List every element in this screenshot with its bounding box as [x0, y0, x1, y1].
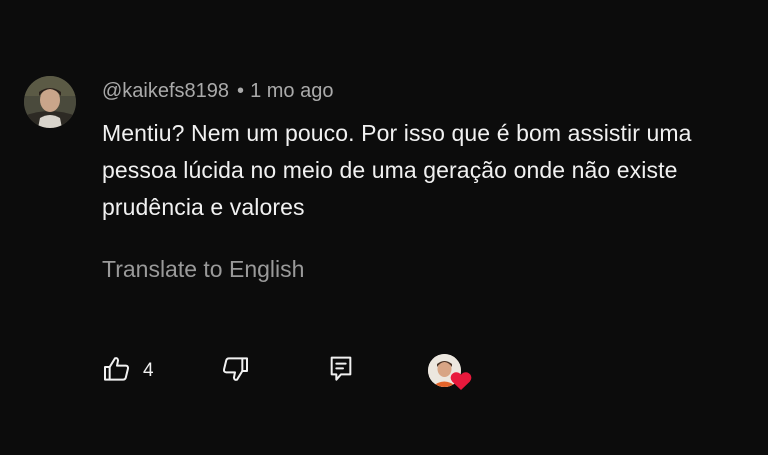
translate-button[interactable]: Translate to English [102, 255, 304, 283]
comment-header: @kaikefs8198 • 1 mo ago [102, 79, 333, 103]
author-handle[interactable]: @kaikefs8198 [102, 80, 229, 102]
comment-thread: @kaikefs8198 • 1 mo ago Mentiu? Nem um pou… [0, 0, 768, 455]
thumbs-down-icon [219, 353, 251, 390]
creator-heart-icon [450, 371, 472, 391]
separator-dot: • [237, 80, 245, 102]
comment-timestamp[interactable]: 1 mo ago [250, 80, 333, 102]
reply-button[interactable] [324, 354, 358, 388]
like-button[interactable] [100, 354, 134, 388]
creator-hearted-badge [426, 352, 472, 394]
comment-actions: 4 [0, 350, 768, 394]
like-count: 4 [143, 360, 154, 381]
comment-text: Mentiu? Nem um pouco. Por isso que é bom… [102, 120, 692, 220]
reply-comment-icon [325, 353, 357, 390]
dislike-button[interactable] [218, 354, 252, 388]
author-avatar[interactable] [24, 76, 76, 128]
thumbs-up-icon [101, 353, 133, 390]
